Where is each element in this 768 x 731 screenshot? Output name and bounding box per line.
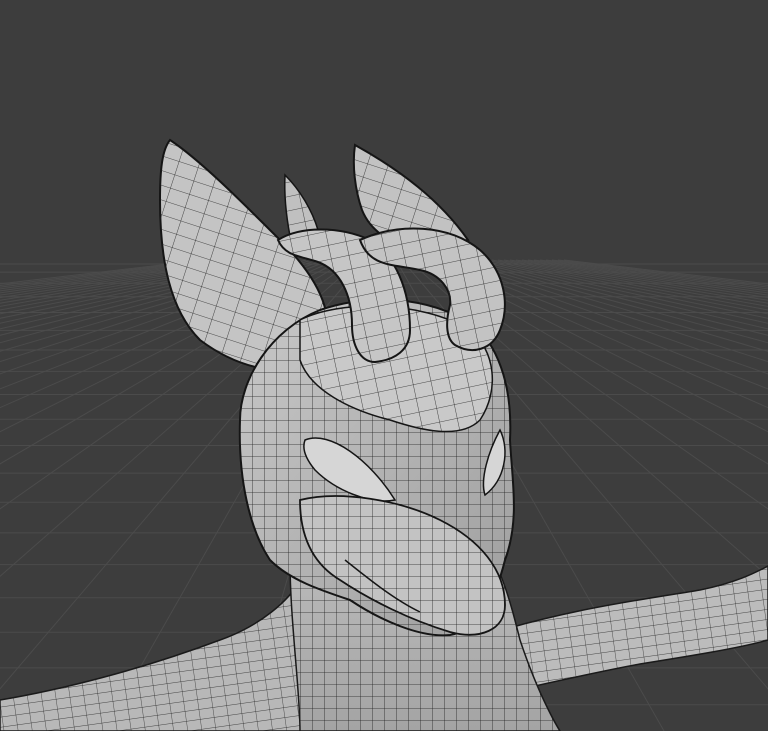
small-horn [284,173,319,237]
3d-viewport[interactable] [0,0,768,731]
viewport-canvas[interactable] [0,0,768,731]
